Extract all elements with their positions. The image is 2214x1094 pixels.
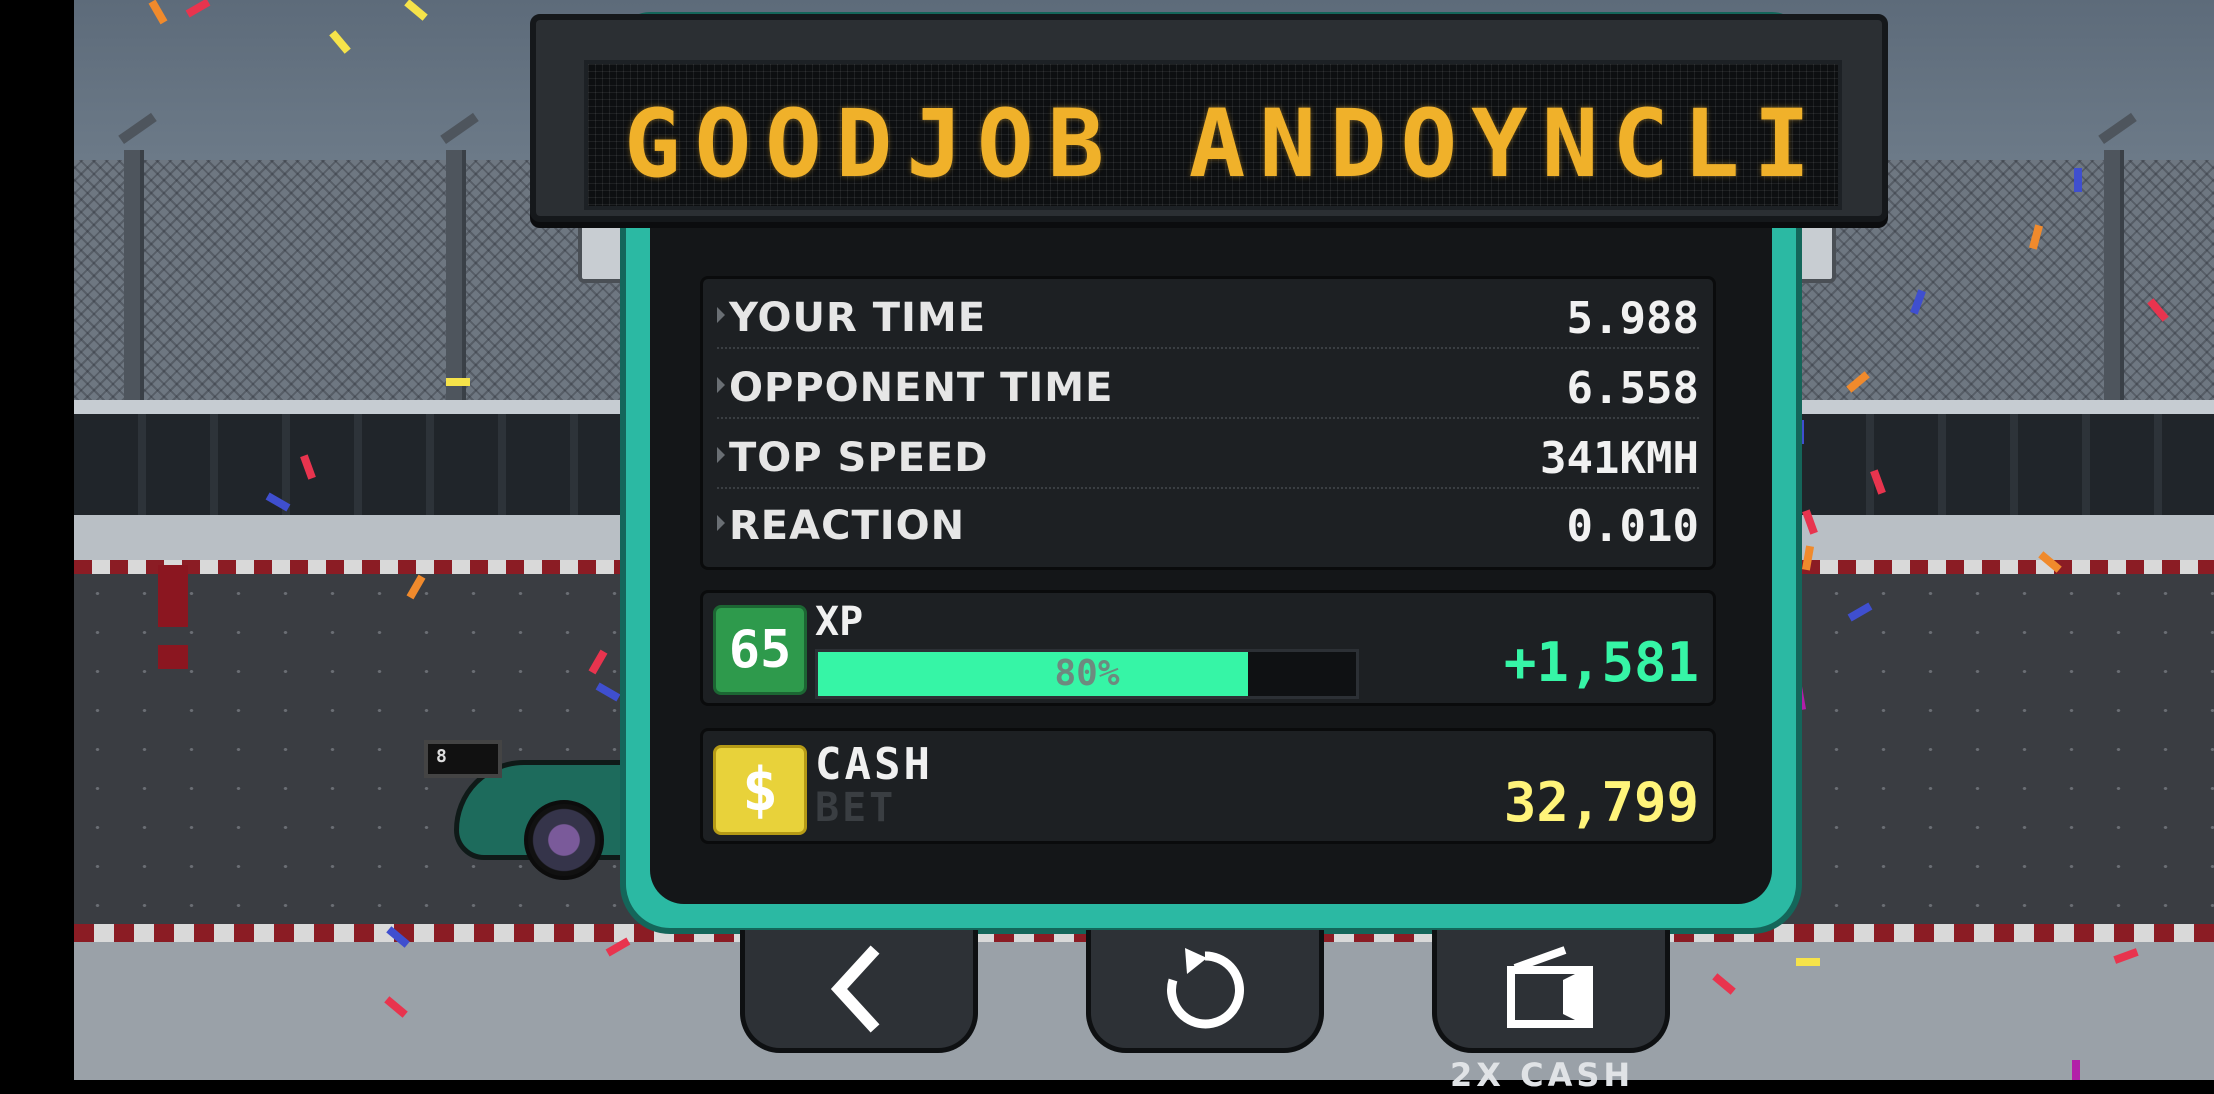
- bet-label: BET: [815, 785, 897, 831]
- led-screen: GOODJOB ANDOYNCLI: [584, 60, 1842, 210]
- fence-post: [124, 150, 144, 410]
- row-marker-icon: [717, 307, 725, 323]
- confetti-piece: [446, 378, 470, 386]
- stat-value: 341KMH: [1540, 433, 1699, 484]
- stat-row-your-time: YOUR TIME 5.988: [717, 285, 1699, 349]
- row-marker-icon: [717, 515, 725, 531]
- stat-row-top-speed: TOP SPEED 341KMH: [717, 425, 1699, 489]
- back-button[interactable]: [740, 930, 978, 1053]
- stat-row-opponent-time: OPPONENT TIME 6.558: [717, 355, 1699, 419]
- stat-label: OPPONENT TIME: [729, 365, 1114, 411]
- car-plate: 8: [436, 746, 447, 767]
- left-black-bar: [0, 0, 74, 1080]
- stat-value: 0.010: [1566, 501, 1699, 552]
- xp-progress-bar: 80%: [815, 649, 1359, 699]
- cash-label: CASH: [815, 739, 933, 790]
- confetti-piece: [404, 0, 428, 21]
- confetti-piece: [185, 0, 211, 18]
- cash-section: $ CASH BET 32,799: [700, 728, 1716, 844]
- start-light-icon: [158, 565, 188, 627]
- car-wing: 8: [424, 740, 502, 778]
- fence-post: [2104, 150, 2124, 410]
- retry-button[interactable]: [1086, 930, 1324, 1053]
- race-stats-table: YOUR TIME 5.988 OPPONENT TIME 6.558 TOP …: [700, 276, 1716, 570]
- confetti-piece: [1796, 958, 1820, 966]
- fence-post: [446, 150, 466, 410]
- confetti-piece: [2072, 1060, 2080, 1080]
- led-banner: GOODJOB ANDOYNCLI: [530, 14, 1888, 222]
- dollar-icon: $: [713, 745, 807, 835]
- confetti-piece: [148, 0, 168, 25]
- row-marker-icon: [717, 377, 725, 393]
- stat-row-reaction: REACTION 0.010: [717, 493, 1699, 555]
- xp-progress-text: 80%: [1054, 653, 1120, 694]
- stat-label: YOUR TIME: [729, 295, 987, 341]
- refresh-icon: [1167, 948, 1244, 1029]
- watch-video-2x-cash-button[interactable]: [1432, 930, 1670, 1053]
- player-car: 8: [424, 740, 654, 880]
- stat-label: REACTION: [729, 503, 966, 549]
- xp-label: XP: [815, 599, 864, 645]
- stat-value: 5.988: [1566, 293, 1699, 344]
- banner-text: GOODJOB ANDOYNCLI: [624, 90, 1825, 199]
- video-caption: 2X CASH: [1450, 1056, 1635, 1094]
- stat-value: 6.558: [1566, 363, 1699, 414]
- xp-section: 65 XP 80% +1,581: [700, 590, 1716, 706]
- chevron-left-icon: [830, 945, 880, 1033]
- start-light-icon: [158, 645, 188, 669]
- level-badge: 65: [713, 605, 807, 695]
- car-wheel: [524, 800, 604, 880]
- confetti-piece: [329, 30, 351, 54]
- cash-value: 32,799: [1503, 771, 1699, 834]
- xp-gain: +1,581: [1503, 631, 1699, 694]
- video-camera-icon: [1507, 946, 1593, 1028]
- row-marker-icon: [717, 447, 725, 463]
- stat-label: TOP SPEED: [729, 435, 989, 481]
- confetti-piece: [2074, 168, 2082, 192]
